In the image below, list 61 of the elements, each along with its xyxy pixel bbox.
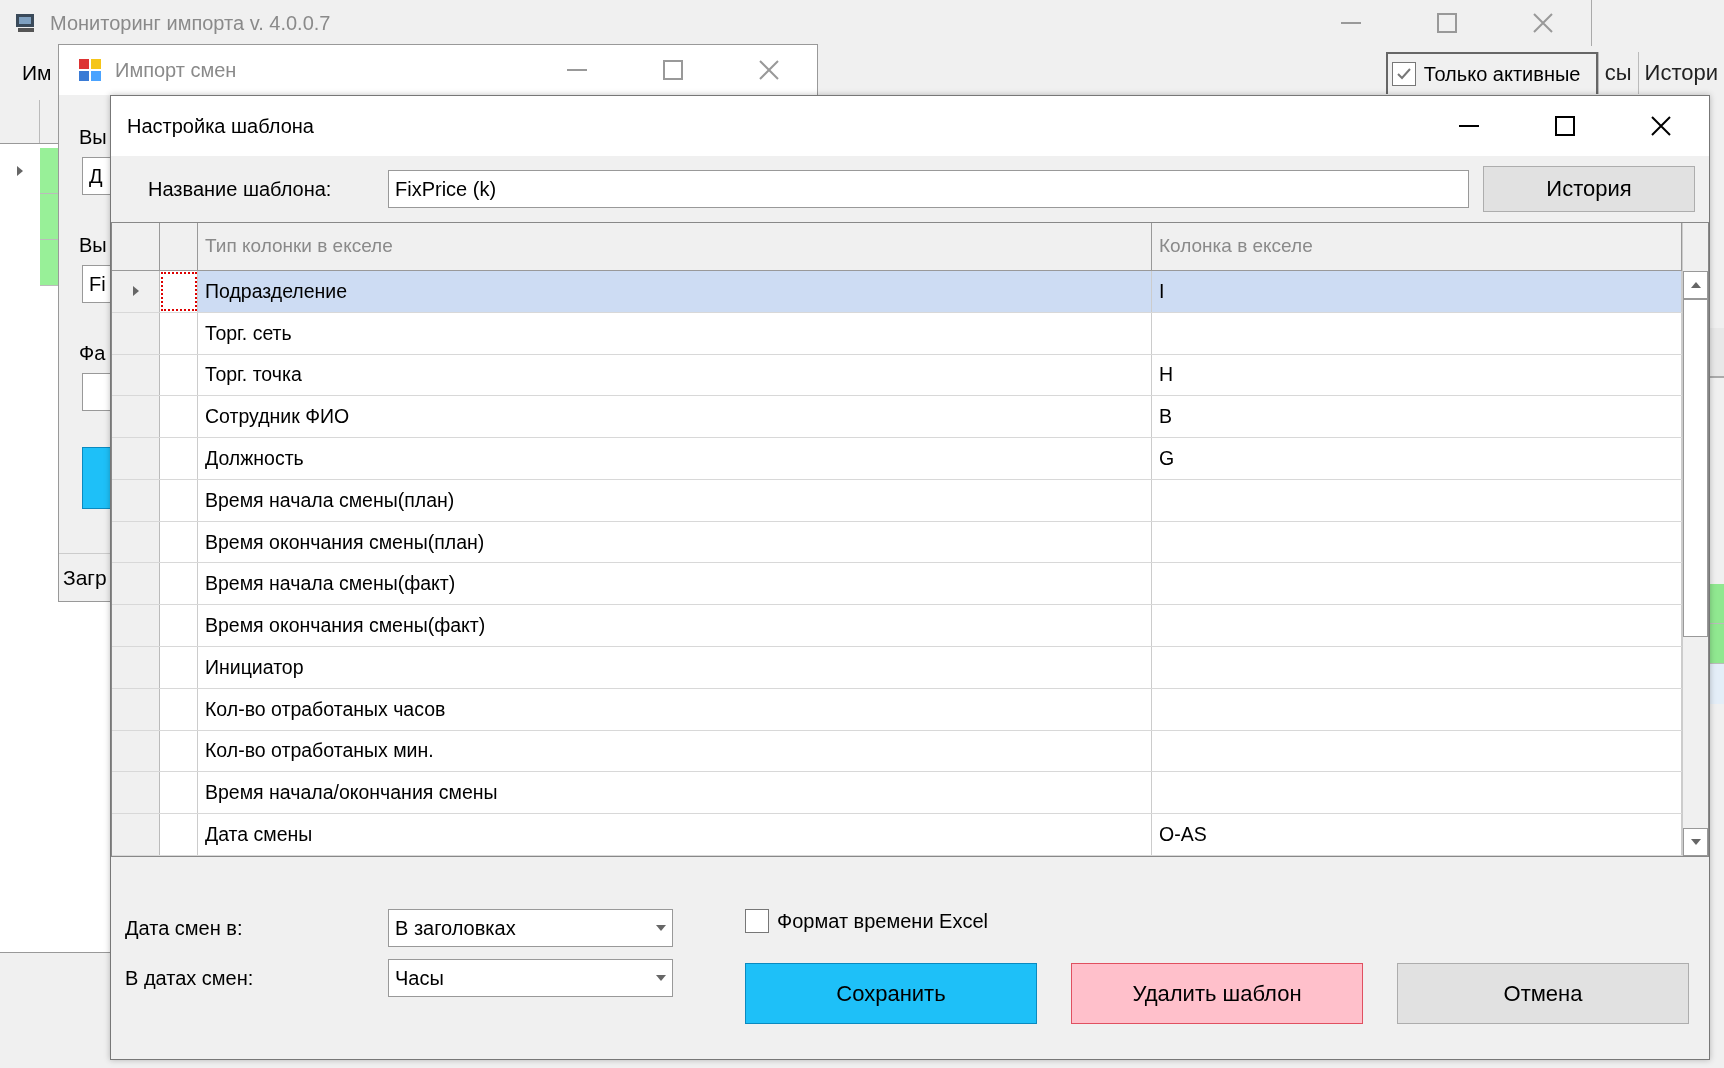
table-cell: Время окончания смены(план) [198,521,1152,563]
maximize-icon[interactable] [1555,116,1575,136]
window-title: Мониторинг импорта v. 4.0.0.7 [50,11,331,35]
row-header[interactable] [112,647,160,688]
field-label: Название шаблона: [148,177,333,201]
scroll-up-icon [1690,280,1701,290]
table-cell: Подразделение [198,271,1152,312]
delete-button[interactable]: Удалить шаблон [1071,963,1363,1024]
row-header[interactable] [112,271,160,312]
row-header[interactable] [112,688,160,730]
table-cell: Время начала смены(факт) [198,563,1152,605]
only-active-checkbox[interactable]: Только активные [1385,52,1598,94]
save-button[interactable]: Сохранить [745,963,1037,1024]
minimize-icon[interactable] [1459,125,1479,127]
field-label: Фа [79,340,106,366]
scroll-down-icon [1690,837,1701,847]
scrollbar[interactable] [1682,223,1708,856]
table-cell: Торг. сеть [198,312,1152,354]
row-header[interactable] [112,438,160,479]
window-title: Настройка шаблона [127,114,314,138]
dropdown-caret-icon [656,973,666,983]
row-header[interactable] [112,605,160,646]
table-cell: Должность [198,438,1152,479]
cancel-button[interactable]: Отмена [1397,963,1689,1024]
row-pointer-icon [130,286,141,297]
app-icon [77,57,103,83]
window-title: Импорт смен [115,58,237,82]
table-cell: Торг. точка [198,354,1152,396]
field-label: Вы [79,232,107,258]
table-cell: Кол-во отработаных часов [198,688,1152,730]
table-cell: Время начала/окончания смены [198,772,1152,814]
table-cell: Время начала смены(план) [198,479,1152,521]
minimize-icon[interactable] [567,69,587,71]
row-header[interactable] [112,772,160,814]
table-cell: Дата смены [198,814,1152,855]
units-dropdown[interactable]: Часы [388,959,673,997]
table-cell: Сотрудник ФИО [198,396,1152,438]
dropdown-caret-icon [656,923,666,933]
row-header[interactable] [112,563,160,605]
row-header[interactable] [112,521,160,563]
table-cell: Кол-во отработаных мин. [198,730,1152,772]
template-name-field[interactable]: FixPrice (k) [388,170,1469,208]
row-header[interactable] [112,479,160,521]
date-location-dropdown[interactable]: В заголовках [388,909,673,947]
row-header[interactable] [112,814,160,855]
row-header[interactable] [112,354,160,396]
menu-item[interactable]: Им [22,61,52,85]
row-header[interactable] [112,396,160,438]
close-icon[interactable] [1651,116,1671,136]
table-cell: Инициатор [198,647,1152,688]
field-label: Вы [79,124,107,150]
history-button[interactable]: История [1483,166,1695,212]
table-cell: Время окончания смены(факт) [198,605,1152,646]
row-pointer-icon [15,166,25,176]
field-label: В датах смен: [125,966,255,990]
row-header[interactable] [112,730,160,772]
checkbox-label: Формат времени Excel [777,909,989,933]
field-label: Дата смен в: [125,916,244,940]
checkbox[interactable] [745,909,769,933]
row-header[interactable] [112,312,160,354]
minimize-icon[interactable] [1341,22,1361,24]
